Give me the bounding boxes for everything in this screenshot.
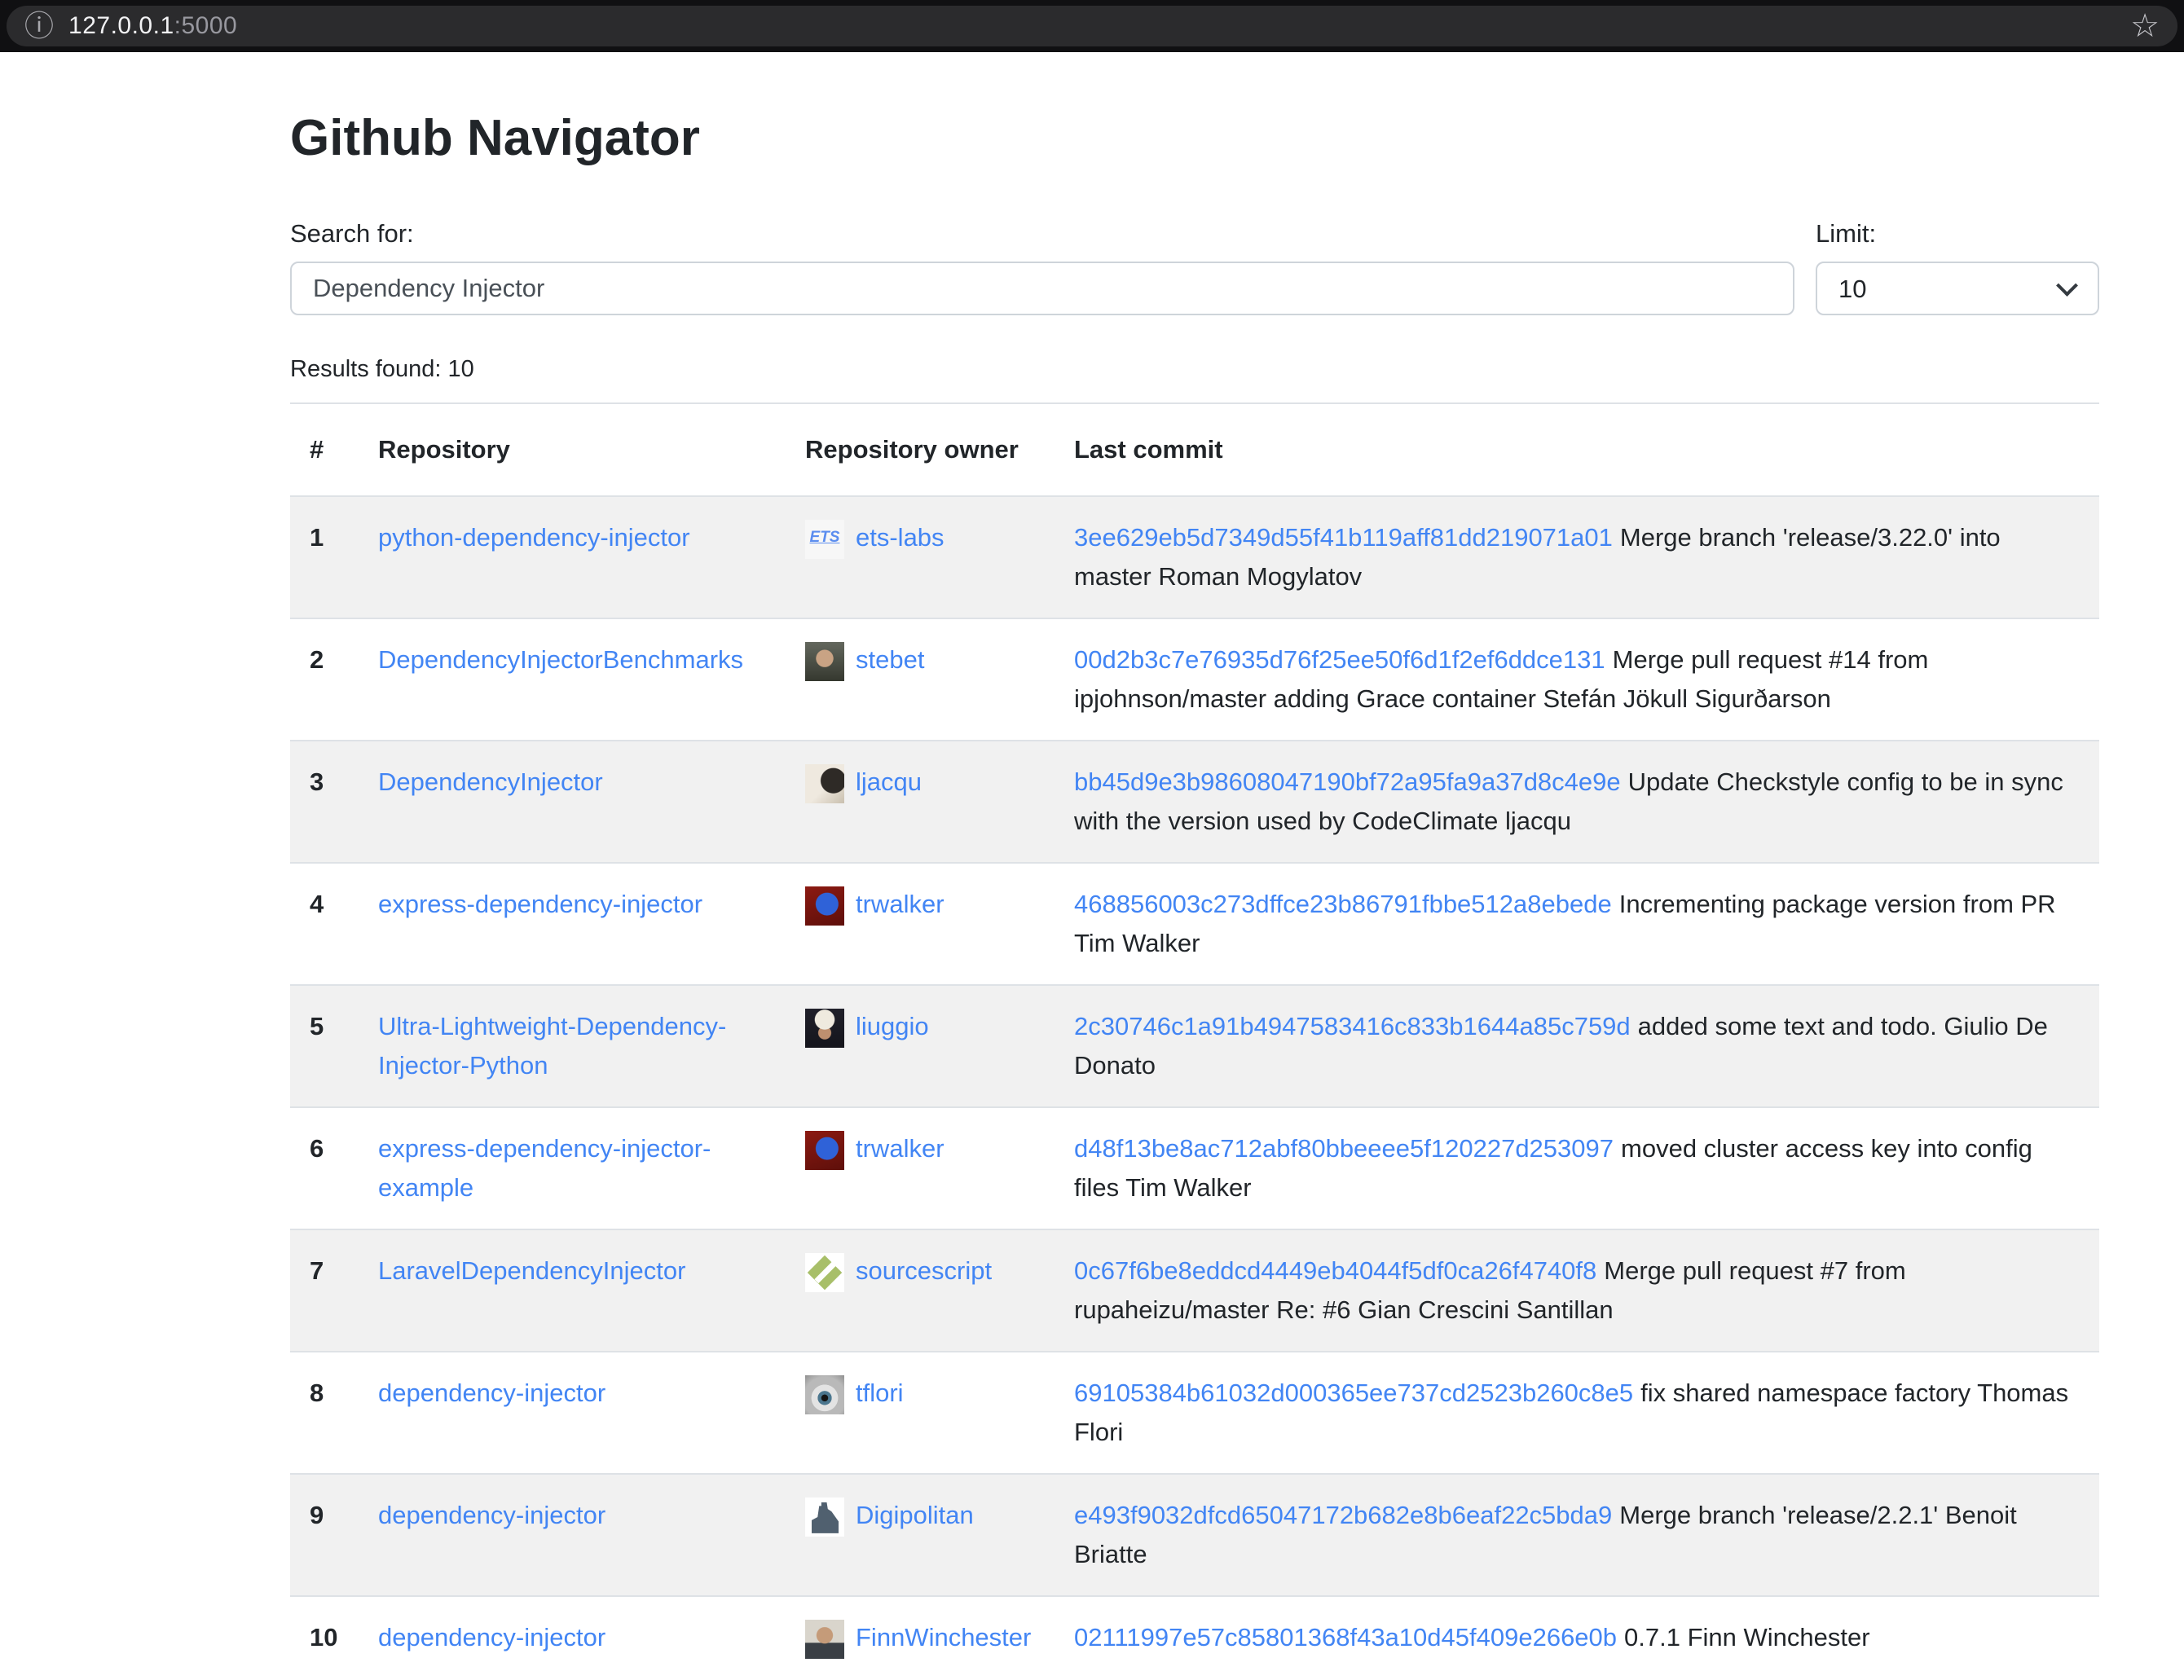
digipolitan-building-logo: [805, 1497, 844, 1537]
table-row: 2 DependencyInjectorBenchmarks stebet 00…: [290, 618, 2099, 741]
table-row: 7 LaravelDependencyInjector sourcescript…: [290, 1229, 2099, 1352]
lego-astronaut-photo: [805, 886, 844, 926]
repository-link[interactable]: DependencyInjector: [378, 767, 603, 796]
page-content: Github Navigator Search for: Limit: 10 R…: [290, 52, 2099, 1680]
limit-label: Limit:: [1816, 219, 2099, 248]
commit-sha-link[interactable]: 0c67f6be8eddcd4449eb4044f5df0ca26f4740f8: [1074, 1256, 1596, 1285]
owner-link[interactable]: stebet: [856, 645, 924, 674]
row-number: 9: [290, 1474, 359, 1596]
commit-message: 0.7.1 Finn Winchester: [1624, 1623, 1870, 1651]
row-number: 1: [290, 496, 359, 618]
repository-link[interactable]: Ultra-Lightweight-Dependency-Injector-Py…: [378, 1012, 726, 1080]
repository-link[interactable]: dependency-injector: [378, 1379, 605, 1407]
commit-sha-link[interactable]: e493f9032dfcd65047172b682e8b6eaf22c5bda9: [1074, 1501, 1612, 1529]
lego-astronaut-photo: [805, 1131, 844, 1170]
commit-sha-link[interactable]: bb45d9e3b98608047190bf72a95fa9a37d8c4e9e: [1074, 767, 1621, 796]
column-header-number: #: [290, 403, 359, 496]
results-table-body: 1 python-dependency-injector ETS ets-labs…: [290, 496, 2099, 1680]
search-form: Search for: Limit: 10: [290, 219, 2099, 315]
column-header-last-commit: Last commit: [1055, 403, 2099, 496]
avatar-logo-text: ETS: [805, 520, 844, 556]
table-row: 8 dependency-injector tflori 69105384b61…: [290, 1352, 2099, 1474]
sourcescript-green-diamond-logo: [805, 1253, 844, 1292]
table-row: 5 Ultra-Lightweight-Dependency-Injector-…: [290, 985, 2099, 1107]
repository-link[interactable]: dependency-injector: [378, 1501, 605, 1529]
repository-link[interactable]: python-dependency-injector: [378, 523, 690, 552]
row-number: 4: [290, 863, 359, 985]
limit-column: Limit: 10: [1816, 219, 2099, 315]
search-input[interactable]: [290, 262, 1794, 315]
row-number: 6: [290, 1107, 359, 1229]
commit-sha-link[interactable]: 468856003c273dffce23b86791fbbe512a8ebede: [1074, 890, 1612, 918]
table-row: 9 dependency-injector Digipolitan e493f9…: [290, 1474, 2099, 1596]
results-table: # Repository Repository owner Last commi…: [290, 402, 2099, 1680]
column-header-repository: Repository: [359, 403, 786, 496]
bookmark-star-icon[interactable]: ☆: [2130, 10, 2160, 42]
repository-link[interactable]: LaravelDependencyInjector: [378, 1256, 685, 1285]
table-row: 1 python-dependency-injector ETS ets-labs…: [290, 496, 2099, 618]
commit-sha-link[interactable]: 00d2b3c7e76935d76f25ee50f6d1f2ef6ddce131: [1074, 645, 1605, 674]
url-host: 127.0.0.1: [68, 12, 174, 39]
owner-link[interactable]: Digipolitan: [856, 1501, 974, 1529]
owner-link[interactable]: tflori: [856, 1379, 904, 1407]
results-summary: Results found: 10: [290, 356, 2099, 383]
table-header-row: # Repository Repository owner Last commi…: [290, 403, 2099, 496]
row-number: 2: [290, 618, 359, 741]
table-row: 4 express-dependency-injector trwalker 4…: [290, 863, 2099, 985]
table-row: 3 DependencyInjector ljacqu bb45d9e3b986…: [290, 741, 2099, 863]
url-text: 127.0.0.1:5000: [68, 12, 237, 40]
liuggio-portrait-photo: [805, 1009, 844, 1048]
browser-url-bar: ⓘ 127.0.0.1:5000 ☆: [0, 0, 2184, 52]
row-number: 10: [290, 1596, 359, 1680]
row-number: 3: [290, 741, 359, 863]
repository-link[interactable]: dependency-injector: [378, 1623, 605, 1651]
commit-sha-link[interactable]: 2c30746c1a91b4947583416c833b1644a85c759d: [1074, 1012, 1631, 1040]
owner-link[interactable]: trwalker: [856, 1134, 944, 1163]
repository-link[interactable]: express-dependency-injector: [378, 890, 702, 918]
column-header-owner: Repository owner: [786, 403, 1055, 496]
repository-link[interactable]: DependencyInjectorBenchmarks: [378, 645, 743, 674]
eye-photo: [805, 1375, 844, 1414]
url-port: :5000: [174, 12, 238, 39]
ets-labs-logo: ETS: [805, 520, 844, 559]
row-number: 8: [290, 1352, 359, 1474]
commit-sha-link[interactable]: d48f13be8ac712abf80bbeeee5f120227d253097: [1074, 1134, 1614, 1163]
owner-link[interactable]: ljacqu: [856, 767, 922, 796]
row-number: 5: [290, 985, 359, 1107]
commit-sha-link[interactable]: 02111997e57c85801368f43a10d45f409e266e0b: [1074, 1623, 1617, 1651]
page-title: Github Navigator: [290, 109, 2099, 167]
search-column: Search for:: [290, 219, 1794, 315]
cats-photo: [805, 764, 844, 803]
limit-select[interactable]: 10: [1816, 262, 2099, 315]
table-row: 10 dependency-injector FinnWinchester 02…: [290, 1596, 2099, 1680]
owner-link[interactable]: liuggio: [856, 1012, 929, 1040]
stebet-portrait-photo: [805, 642, 844, 681]
commit-sha-link[interactable]: 3ee629eb5d7349d55f41b119aff81dd219071a01: [1074, 523, 1613, 552]
owner-link[interactable]: sourcescript: [856, 1256, 992, 1285]
address-field[interactable]: ⓘ 127.0.0.1:5000 ☆: [7, 6, 2177, 46]
repository-link[interactable]: express-dependency-injector-example: [378, 1134, 711, 1202]
owner-link[interactable]: trwalker: [856, 890, 944, 918]
search-label: Search for:: [290, 219, 1794, 248]
row-number: 7: [290, 1229, 359, 1352]
commit-sha-link[interactable]: 69105384b61032d000365ee737cd2523b260c8e5: [1074, 1379, 1633, 1407]
owner-link[interactable]: FinnWinchester: [856, 1623, 1031, 1651]
info-icon[interactable]: ⓘ: [24, 11, 54, 41]
table-row: 6 express-dependency-injector-example tr…: [290, 1107, 2099, 1229]
owner-link[interactable]: ets-labs: [856, 523, 944, 552]
